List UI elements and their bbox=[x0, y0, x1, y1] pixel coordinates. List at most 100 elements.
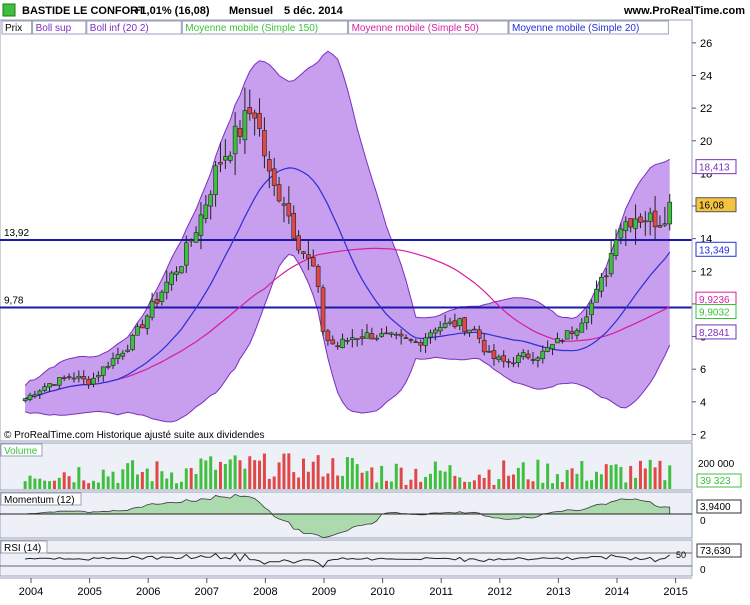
candle-body bbox=[516, 355, 521, 364]
volume-bar bbox=[458, 477, 462, 489]
volume-bar bbox=[472, 480, 476, 489]
candle-body bbox=[32, 394, 38, 397]
candle-body bbox=[130, 335, 135, 350]
volume-bar bbox=[516, 467, 520, 489]
volume-bar bbox=[497, 479, 501, 489]
volume-bar bbox=[590, 480, 594, 489]
candle-body bbox=[486, 350, 492, 353]
candle-body bbox=[491, 350, 497, 360]
volume-bar bbox=[218, 461, 222, 489]
time-tick-label: 2013 bbox=[546, 586, 570, 598]
price-tick-label: 2 bbox=[700, 429, 706, 441]
volume-bar bbox=[477, 474, 481, 489]
price-tick-label: 4 bbox=[700, 397, 706, 409]
volume-bar bbox=[560, 482, 564, 489]
candle-body bbox=[472, 328, 477, 331]
candle-body bbox=[652, 210, 658, 228]
volume-bar bbox=[253, 460, 257, 489]
candle-body bbox=[91, 377, 96, 385]
volume-bar bbox=[609, 465, 613, 489]
candle-body bbox=[413, 341, 419, 344]
volume-bar bbox=[355, 464, 359, 489]
volume-bar bbox=[311, 461, 315, 489]
volume-bar bbox=[184, 468, 188, 489]
candle-body bbox=[115, 354, 121, 359]
volume-bar bbox=[668, 465, 672, 489]
candle-body bbox=[550, 343, 555, 350]
footer-note: © ProRealTime.com Historique ajusté suit… bbox=[4, 430, 264, 441]
candle-body bbox=[369, 333, 375, 340]
volume-bar bbox=[165, 478, 169, 489]
candle-body bbox=[633, 218, 638, 229]
volume-bar bbox=[424, 476, 428, 489]
candle-body bbox=[569, 331, 575, 334]
volume-bar bbox=[492, 484, 496, 489]
price-tick-label: 22 bbox=[700, 103, 712, 115]
volume-bar bbox=[619, 466, 623, 489]
volume-bar bbox=[38, 478, 42, 489]
candle-body bbox=[100, 366, 106, 376]
volume-bar bbox=[414, 468, 418, 489]
time-tick-label: 2011 bbox=[429, 586, 453, 598]
candle-body bbox=[203, 204, 209, 219]
volume-bar bbox=[282, 453, 286, 489]
volume-bar bbox=[214, 469, 218, 489]
time-tick-label: 2004 bbox=[19, 586, 43, 598]
volume-bar bbox=[541, 482, 545, 489]
volume-bar bbox=[404, 484, 408, 489]
candle-body bbox=[140, 324, 145, 329]
volume-bar bbox=[175, 483, 179, 489]
candle-body bbox=[530, 359, 536, 361]
candle-body bbox=[281, 203, 287, 206]
candle-body bbox=[467, 329, 472, 333]
volume-bar bbox=[385, 480, 389, 489]
legend-item-5: Moyenne mobile (Simple 20) bbox=[512, 23, 639, 34]
candle-body bbox=[535, 357, 541, 361]
candle-body bbox=[667, 201, 673, 225]
volume-bar bbox=[375, 482, 379, 489]
volume-bar bbox=[453, 475, 457, 489]
candle-body bbox=[232, 125, 238, 155]
candle-body bbox=[247, 107, 253, 115]
candle-body bbox=[589, 302, 594, 316]
volume-bar bbox=[433, 461, 437, 489]
volume-bar bbox=[585, 480, 589, 489]
volume-bar bbox=[389, 481, 393, 489]
price-tick-label: 6 bbox=[700, 364, 706, 376]
candle-body bbox=[96, 374, 101, 378]
candle-body bbox=[242, 110, 248, 141]
candle-body bbox=[564, 330, 570, 340]
volume-bar bbox=[262, 453, 266, 489]
volume-bar bbox=[570, 468, 574, 489]
volume-bar bbox=[77, 467, 81, 489]
volume-bar bbox=[48, 481, 52, 489]
time-tick-label: 2007 bbox=[195, 586, 219, 598]
candle-body bbox=[345, 340, 350, 342]
candle-body bbox=[603, 275, 609, 278]
candle-body bbox=[540, 350, 546, 360]
volume-bar bbox=[126, 463, 130, 489]
candle-body bbox=[584, 316, 590, 324]
volume-bar bbox=[106, 476, 110, 489]
volume-bar bbox=[599, 474, 603, 489]
candle-body bbox=[579, 322, 585, 333]
candle-body bbox=[135, 326, 140, 336]
volume-bar bbox=[155, 461, 159, 489]
candle-body bbox=[511, 362, 516, 365]
candle-body bbox=[437, 326, 443, 332]
candle-body bbox=[647, 212, 653, 222]
price-tick-label: 26 bbox=[700, 38, 712, 50]
rsi-ytick-bottom: 0 bbox=[700, 565, 706, 576]
candle-body bbox=[179, 266, 184, 274]
candle-body bbox=[164, 281, 170, 293]
volume-ytick: 200 000 bbox=[698, 459, 735, 470]
volume-bar bbox=[565, 469, 569, 489]
volume-bar bbox=[502, 460, 506, 489]
volume-bar bbox=[243, 468, 247, 489]
candle-body bbox=[638, 216, 643, 223]
volume-bar bbox=[145, 468, 149, 489]
candle-body bbox=[193, 232, 199, 243]
candle-body bbox=[37, 390, 43, 395]
candle-body bbox=[188, 239, 194, 242]
price-tag-0: 18,413 bbox=[699, 163, 730, 174]
